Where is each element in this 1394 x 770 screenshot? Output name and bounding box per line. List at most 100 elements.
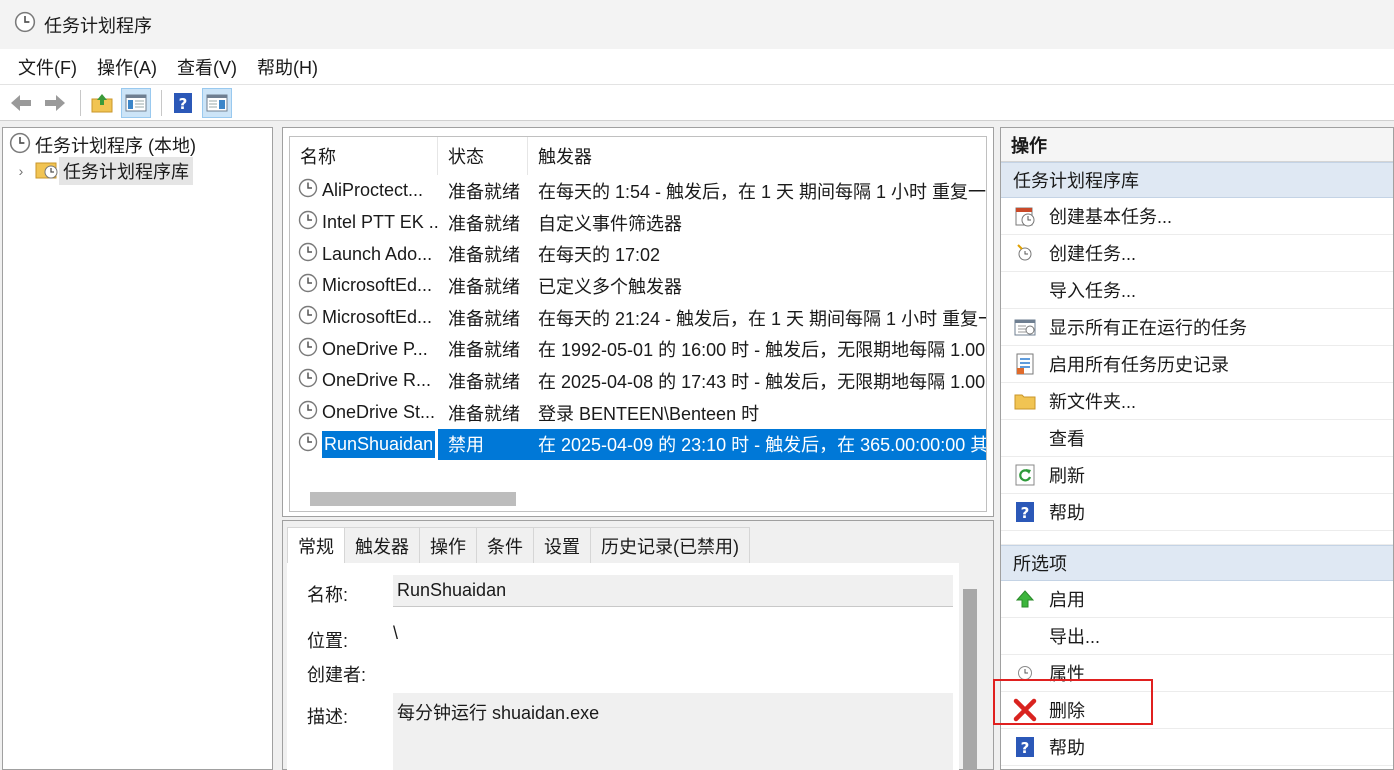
history-icon: [1001, 353, 1049, 375]
toolbar-separator: [80, 89, 81, 116]
action-item-create-task[interactable]: 创建任务...: [1001, 235, 1393, 272]
action-item-help[interactable]: ? 帮助: [1001, 494, 1393, 531]
action-label: 帮助: [1049, 503, 1085, 523]
tab-general[interactable]: 常规: [287, 527, 345, 563]
table-row[interactable]: OneDrive R... 准备就绪在 2025-04-08 的 17:43 时 …: [290, 365, 986, 397]
action-label: 启用: [1049, 590, 1085, 610]
section-gap: [1001, 531, 1393, 545]
action-label: 刷新: [1049, 466, 1085, 486]
task-name: OneDrive St...: [322, 402, 436, 423]
action-item-running-tasks[interactable]: 显示所有正在运行的任务: [1001, 309, 1393, 346]
action-label: 导出...: [1049, 627, 1101, 647]
task-clock-icon: [298, 432, 318, 457]
tree-item-library[interactable]: › 任务计划程序库: [3, 157, 272, 185]
tab-history[interactable]: 历史记录(已禁用): [590, 527, 750, 563]
tab-conditions[interactable]: 条件: [476, 527, 534, 563]
show-hide-action-pane-icon[interactable]: [202, 87, 232, 118]
section-selected-item[interactable]: 所选项: [1001, 545, 1393, 581]
section-task-library[interactable]: 任务计划程序库: [1001, 162, 1393, 198]
column-header-name[interactable]: 名称: [290, 137, 438, 175]
menu-view[interactable]: 查看(V): [167, 50, 247, 84]
description-field[interactable]: 每分钟运行 shuaidan.exe: [393, 693, 953, 770]
action-item-item[interactable]: 导出...: [1001, 618, 1393, 655]
action-label: 导入任务...: [1049, 281, 1137, 301]
action-item-item[interactable]: 查看: [1001, 420, 1393, 457]
chevron-right-icon[interactable]: ›: [13, 163, 29, 179]
forward-arrow-icon[interactable]: [40, 88, 70, 118]
cell-status: 准备就绪: [448, 213, 520, 234]
horizontal-scrollbar[interactable]: [310, 492, 516, 506]
up-folder-icon[interactable]: [87, 88, 117, 118]
task-list-header: 名称 状态 触发器: [290, 137, 986, 175]
cell-status: 准备就绪: [448, 403, 520, 424]
action-item-help[interactable]: ? 帮助: [1001, 729, 1393, 766]
back-arrow-icon[interactable]: [6, 88, 36, 118]
tree-item-library-label: 任务计划程序库: [59, 157, 193, 185]
action-item-enable-arrow[interactable]: 启用: [1001, 581, 1393, 618]
toolbar: ?: [0, 85, 1394, 121]
action-item-history[interactable]: 启用所有任务历史记录: [1001, 346, 1393, 383]
task-clock-icon: [298, 178, 318, 203]
navigation-tree: 任务计划程序 (本地) › 任务计划程序库: [2, 127, 273, 770]
svg-text:?: ?: [1021, 739, 1030, 757]
table-row[interactable]: MicrosoftEd... 准备就绪 在每天的 21:24 - 触发后，在 1 天…: [290, 302, 986, 334]
table-row[interactable]: Launch Ado... 准备就绪 在每天的 17:02: [290, 238, 986, 270]
action-item-create-basic-task[interactable]: 创建基本任务...: [1001, 198, 1393, 235]
toolbar-separator: [161, 89, 162, 116]
table-row[interactable]: OneDrive P... 准备就绪在 1992-05-01 的 16:00 时 …: [290, 333, 986, 365]
help-icon[interactable]: ?: [168, 88, 198, 118]
action-item-new-folder[interactable]: 新文件夹...: [1001, 383, 1393, 420]
cell-name: AliProctect...: [290, 178, 438, 203]
table-row[interactable]: AliProctect... 准备就绪 在每天的 1:54 - 触发后，在 1 天 …: [290, 175, 986, 207]
table-row[interactable]: Intel PTT EK ... 准备就绪 自定义事件筛选器: [290, 207, 986, 239]
help-icon: ?: [1001, 501, 1049, 523]
menu-action[interactable]: 操作(A): [87, 50, 167, 84]
new-folder-icon: [1001, 391, 1049, 411]
tab-actions[interactable]: 操作: [419, 527, 477, 563]
menu-bar: 文件(F) 操作(A) 查看(V) 帮助(H): [0, 49, 1394, 85]
action-item-item[interactable]: 导入任务...: [1001, 272, 1393, 309]
action-label: 启用所有任务历史记录: [1049, 355, 1229, 375]
cell-status: 准备就绪: [448, 340, 520, 361]
task-clock-icon: [298, 273, 318, 298]
tab-settings[interactable]: 设置: [533, 527, 591, 563]
task-rows: AliProctect... 准备就绪 在每天的 1:54 - 触发后，在 1 天 …: [290, 175, 986, 461]
table-row[interactable]: MicrosoftEd... 准备就绪 已定义多个触发器: [290, 270, 986, 302]
running-tasks-icon: [1001, 317, 1049, 337]
column-header-trigger[interactable]: 触发器: [528, 137, 986, 175]
name-field[interactable]: RunShuaidan: [393, 575, 953, 607]
scrollbar-thumb[interactable]: [963, 589, 977, 770]
action-label: 新文件夹...: [1049, 392, 1137, 412]
tab-triggers[interactable]: 触发器: [344, 527, 420, 563]
location-value: \: [393, 623, 399, 643]
column-header-status[interactable]: 状态: [438, 137, 528, 175]
tree-item-root[interactable]: 任务计划程序 (本地): [3, 132, 272, 158]
task-list-pane: 名称 状态 触发器 AliProctect... 准备就绪 在每天的 1:54 - …: [282, 127, 994, 517]
task-clock-icon: [298, 400, 318, 425]
task-clock-icon: [298, 368, 318, 393]
cell-name: MicrosoftEd...: [290, 305, 438, 330]
menu-help[interactable]: 帮助(H): [247, 50, 328, 84]
task-name: MicrosoftEd...: [322, 307, 433, 328]
show-hide-tree-icon[interactable]: [121, 87, 151, 118]
cell-trigger: 自定义事件筛选器: [538, 213, 682, 234]
app-clock-icon: [14, 11, 36, 38]
table-row[interactable]: RunShuaidan 禁用在 2025-04-09 的 23:10 时 - 触发…: [290, 428, 986, 461]
cell-name: OneDrive R...: [290, 368, 438, 393]
refresh-icon: [1001, 464, 1049, 486]
action-label: 显示所有正在运行的任务: [1049, 318, 1247, 338]
action-item-refresh[interactable]: 刷新: [1001, 457, 1393, 494]
table-row[interactable]: OneDrive St... 准备就绪 登录 BENTEEN\Benteen 时: [290, 397, 986, 429]
details-vertical-scrollbar[interactable]: [963, 577, 977, 770]
task-details-pane: 常规 触发器 操作 条件 设置 历史记录(已禁用) 名称: RunShuaida…: [282, 520, 994, 770]
cell-trigger: 已定义多个触发器: [538, 276, 682, 297]
cell-name: RunShuaidan: [290, 430, 438, 458]
action-label: 帮助: [1049, 738, 1085, 758]
menu-file[interactable]: 文件(F): [8, 50, 87, 84]
task-clock-icon: [298, 337, 318, 362]
cell-name: OneDrive P...: [290, 337, 438, 362]
cell-trigger: 在 1992-05-01 的 16:00 时 - 触发后，无限期地每隔 1.00: [538, 340, 986, 361]
name-value: RunShuaidan: [397, 580, 507, 600]
cell-name: MicrosoftEd...: [290, 273, 438, 298]
delete-highlight-box: [993, 679, 1153, 725]
